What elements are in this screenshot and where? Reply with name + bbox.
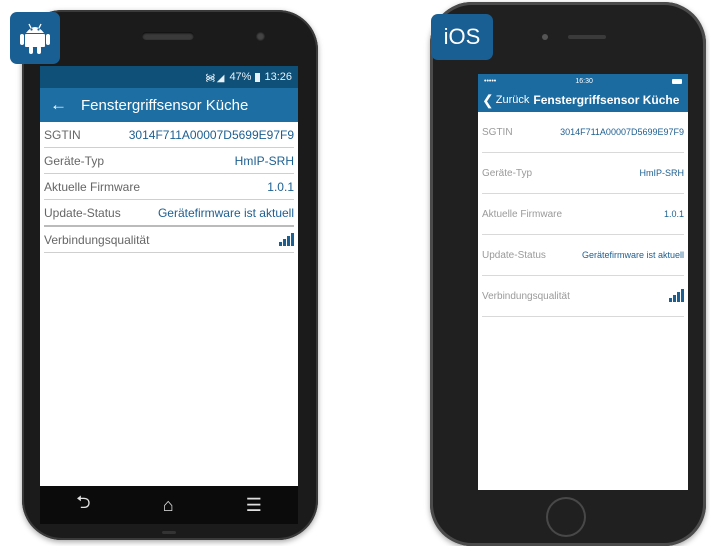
android-navigation-bar: ⮌ ⌂ ☰ xyxy=(40,486,298,524)
ios-status-bar: ••••• 16:30 xyxy=(478,74,688,88)
status-time: 16:30 xyxy=(575,77,593,85)
back-button[interactable]: Zurück xyxy=(496,94,530,106)
row-firmware: Aktuelle Firmware 1.0.1 xyxy=(44,174,294,200)
android-badge xyxy=(10,12,60,64)
android-screen: ᯼◢ 47% 13:26 ← Fenstergriffsensor Küche … xyxy=(40,66,298,486)
row-value: 3014F711A00007D5699E97F9 xyxy=(128,127,294,142)
signal-strength-icon xyxy=(669,289,684,302)
row-device-type: Geräte-Typ HmIP-SRH xyxy=(482,153,684,194)
speaker-grille xyxy=(142,32,194,40)
ios-badge: iOS xyxy=(431,14,493,60)
row-firmware: Aktuelle Firmware 1.0.1 xyxy=(482,194,684,235)
row-value: 1.0.1 xyxy=(267,179,294,194)
android-phone: ᯼◢ 47% 13:26 ← Fenstergriffsensor Küche … xyxy=(22,10,318,540)
battery-icon xyxy=(255,72,261,82)
back-chevron-icon[interactable]: ❮ xyxy=(482,92,494,109)
front-camera xyxy=(542,34,548,40)
row-label: Verbindungsqualität xyxy=(482,290,570,302)
row-connection-quality: Verbindungsqualität xyxy=(44,227,294,253)
ios-navigation-bar: ❮ Zurück Fenstergriffsensor Küche xyxy=(478,88,688,112)
back-nav-icon[interactable]: ⮌ xyxy=(76,490,90,520)
row-sgtin: SGTIN 3014F711A00007D5699E97F9 xyxy=(482,112,684,153)
android-app-bar: ← Fenstergriffsensor Küche xyxy=(40,88,298,122)
row-value: HmIP-SRH xyxy=(234,153,294,168)
row-update-status: Update-Status Gerätefirmware ist aktuell xyxy=(482,235,684,276)
row-value: 1.0.1 xyxy=(663,209,684,219)
battery-percent: 47% xyxy=(229,71,252,83)
home-nav-icon[interactable]: ⌂ xyxy=(163,495,174,516)
status-time: 13:26 xyxy=(264,71,292,83)
home-button[interactable] xyxy=(546,497,586,537)
page-title: Fenstergriffsensor Küche xyxy=(81,96,249,114)
row-label: Update-Status xyxy=(482,249,546,261)
page-title: Fenstergriffsensor Küche xyxy=(533,93,680,107)
row-label: Aktuelle Firmware xyxy=(482,208,563,220)
wifi-signal-icon: ᯼◢ xyxy=(205,73,226,84)
android-status-bar: ᯼◢ 47% 13:26 xyxy=(40,66,298,88)
row-label: SGTIN xyxy=(44,127,81,142)
row-label: Geräte-Typ xyxy=(482,167,533,179)
row-sgtin: SGTIN 3014F711A00007D5699E97F9 xyxy=(44,122,294,148)
speaker-grille xyxy=(568,35,606,39)
row-value: Gerätefirmware ist aktuell xyxy=(581,250,684,260)
menu-nav-icon[interactable]: ☰ xyxy=(246,495,262,516)
row-label: Geräte-Typ xyxy=(44,153,105,168)
battery-icon xyxy=(671,78,682,84)
row-label: Aktuelle Firmware xyxy=(44,179,141,194)
row-label: Verbindungsqualität xyxy=(44,232,150,247)
row-value: 3014F711A00007D5699E97F9 xyxy=(560,127,684,137)
row-connection-quality: Verbindungsqualität xyxy=(482,276,684,317)
row-device-type: Geräte-Typ HmIP-SRH xyxy=(44,148,294,174)
row-label: SGTIN xyxy=(482,126,513,138)
back-arrow-icon[interactable]: ← xyxy=(50,95,67,115)
front-camera xyxy=(256,32,265,41)
android-icon xyxy=(20,23,50,54)
row-update-status: Update-Status Gerätefirmware ist aktuell xyxy=(44,200,294,227)
row-value: Gerätefirmware ist aktuell xyxy=(157,205,294,220)
ios-phone: ••••• 16:30 ❮ Zurück Fenstergriffsensor … xyxy=(430,2,706,546)
row-value: HmIP-SRH xyxy=(639,168,685,178)
signal-strength-icon xyxy=(279,232,294,246)
usb-port xyxy=(162,531,176,534)
row-label: Update-Status xyxy=(44,205,121,220)
ios-screen: ••••• 16:30 ❮ Zurück Fenstergriffsensor … xyxy=(478,74,688,490)
carrier-signal: ••••• xyxy=(484,77,497,85)
